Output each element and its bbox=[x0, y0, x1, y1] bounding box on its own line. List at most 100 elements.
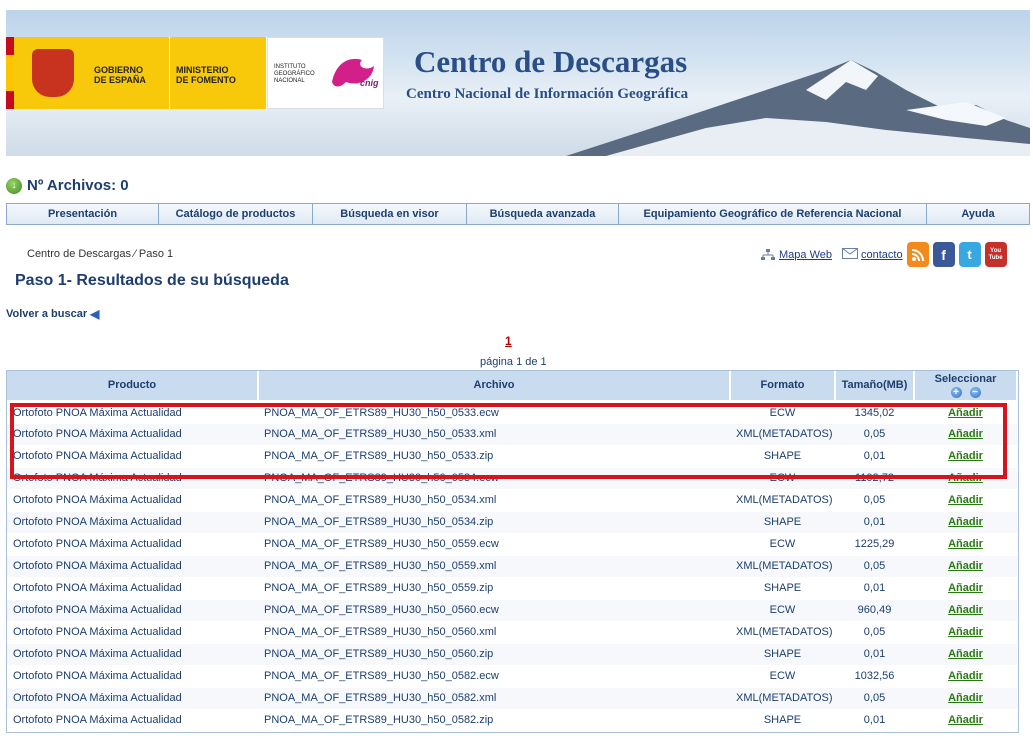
cell-tamano: 0,05 bbox=[835, 489, 914, 512]
cell-archivo: PNOA_MA_OF_ETRS89_HU30_h50_0559.ecw bbox=[258, 533, 730, 556]
cell-producto: Ortofoto PNOA Máxima Actualidad bbox=[7, 489, 258, 512]
cell-formato: SHAPE bbox=[730, 643, 835, 666]
seleccionar-label: Seleccionar bbox=[934, 372, 997, 385]
anadir-link[interactable]: Añadir bbox=[948, 626, 983, 638]
results-table: Producto Archivo Formato Tamaño(MB) Sele… bbox=[6, 370, 1019, 733]
cell-producto: Ortofoto PNOA Máxima Actualidad bbox=[7, 467, 258, 490]
pager-info: página 1 de 1 bbox=[480, 356, 547, 368]
header-banner: GOBIERNO DE ESPAÑA MINISTERIO DE FOMENTO… bbox=[6, 10, 1030, 156]
cell-archivo: PNOA_MA_OF_ETRS89_HU30_h50_0559.xml bbox=[258, 555, 730, 578]
breadcrumb: Centro de Descargas ⁄ Paso 1 bbox=[27, 248, 174, 260]
download-icon: ↓ bbox=[6, 177, 22, 194]
site-title: Centro de Descargas bbox=[414, 44, 688, 79]
table-row: Ortofoto PNOA Máxima Actualidad PNOA_MA_O… bbox=[7, 599, 1017, 622]
cell-producto: Ortofoto PNOA Máxima Actualidad bbox=[7, 643, 258, 666]
cell-anadir: Añadir bbox=[914, 533, 1017, 556]
cell-archivo: PNOA_MA_OF_ETRS89_HU30_h50_0534.zip bbox=[258, 511, 730, 534]
contacto-link[interactable]: contacto bbox=[861, 249, 903, 261]
cell-formato: XML(METADATOS) bbox=[730, 489, 835, 512]
anadir-link[interactable]: Añadir bbox=[948, 472, 983, 484]
nav-item-ayuda[interactable]: Ayuda bbox=[927, 204, 1029, 224]
page-title: Paso 1- Resultados de su búsqueda bbox=[15, 272, 289, 289]
column-header-seleccionar: Seleccionar + − bbox=[914, 371, 1018, 403]
anadir-link[interactable]: Añadir bbox=[948, 560, 983, 572]
cell-producto: Ortofoto PNOA Máxima Actualidad bbox=[7, 687, 258, 710]
column-header-formato: Formato bbox=[730, 371, 836, 403]
cell-producto: Ortofoto PNOA Máxima Actualidad bbox=[7, 445, 258, 468]
anadir-link[interactable]: Añadir bbox=[948, 538, 983, 550]
cell-tamano: 0,05 bbox=[835, 621, 914, 644]
twitter-icon[interactable]: t bbox=[958, 242, 981, 267]
cell-tamano: 0,01 bbox=[835, 643, 914, 666]
table-row: Ortofoto PNOA Máxima Actualidad PNOA_MA_O… bbox=[7, 423, 1017, 446]
anadir-link[interactable]: Añadir bbox=[948, 516, 983, 528]
cell-anadir: Añadir bbox=[914, 423, 1017, 446]
cell-formato: ECW bbox=[730, 533, 835, 556]
cell-formato: XML(METADATOS) bbox=[730, 555, 835, 578]
anadir-link[interactable]: Añadir bbox=[948, 692, 983, 704]
anadir-link[interactable]: Añadir bbox=[948, 450, 983, 462]
anadir-link[interactable]: Añadir bbox=[948, 604, 983, 616]
cell-tamano: 0,05 bbox=[835, 555, 914, 578]
nav-item-catalogo[interactable]: Catálogo de productos bbox=[159, 204, 313, 224]
files-count-label: Nº Archivos: 0 bbox=[27, 177, 129, 194]
table-row: Ortofoto PNOA Máxima Actualidad PNOA_MA_O… bbox=[7, 555, 1017, 578]
anadir-link[interactable]: Añadir bbox=[948, 494, 983, 506]
cell-anadir: Añadir bbox=[914, 401, 1017, 424]
cell-producto: Ortofoto PNOA Máxima Actualidad bbox=[7, 401, 258, 424]
files-count[interactable]: ↓ Nº Archivos: 0 bbox=[6, 177, 129, 194]
back-arrow-icon: ◀ bbox=[90, 307, 100, 321]
table-row: Ortofoto PNOA Máxima Actualidad PNOA_MA_O… bbox=[7, 687, 1017, 710]
cell-anadir: Añadir bbox=[914, 599, 1017, 622]
eu-flag-strip bbox=[6, 37, 14, 109]
anadir-link[interactable]: Añadir bbox=[948, 714, 983, 726]
cell-archivo: PNOA_MA_OF_ETRS89_HU30_h50_0533.ecw bbox=[258, 401, 730, 424]
cell-tamano: 960,49 bbox=[835, 599, 914, 622]
rss-icon[interactable] bbox=[906, 242, 929, 267]
pager-page-link[interactable]: 1 bbox=[505, 334, 512, 348]
nav-item-busqueda-avanzada[interactable]: Búsqueda avanzada bbox=[467, 204, 619, 224]
anadir-link[interactable]: Añadir bbox=[948, 582, 983, 594]
plus-circle-icon[interactable]: + bbox=[950, 386, 962, 398]
ministerio-logo: MINISTERIO DE FOMENTO bbox=[170, 37, 266, 109]
anadir-link[interactable]: Añadir bbox=[948, 407, 983, 419]
coat-of-arms-icon bbox=[32, 49, 74, 97]
minus-circle-icon[interactable]: − bbox=[969, 386, 981, 398]
cell-formato: XML(METADATOS) bbox=[730, 423, 835, 446]
back-link[interactable]: Volver a buscar ◀ bbox=[6, 307, 99, 321]
anadir-link[interactable]: Añadir bbox=[948, 670, 983, 682]
youtube-icon[interactable]: You Tube bbox=[984, 242, 1007, 267]
cell-anadir: Añadir bbox=[914, 489, 1017, 512]
table-row: Ortofoto PNOA Máxima Actualidad PNOA_MA_O… bbox=[7, 489, 1017, 512]
anadir-link[interactable]: Añadir bbox=[948, 428, 983, 440]
cell-anadir: Añadir bbox=[914, 643, 1017, 666]
cell-tamano: 0,01 bbox=[835, 445, 914, 468]
column-header-archivo: Archivo bbox=[258, 371, 731, 403]
nav-item-busqueda-visor[interactable]: Búsqueda en visor bbox=[313, 204, 467, 224]
cell-formato: SHAPE bbox=[730, 577, 835, 600]
cell-formato: ECW bbox=[730, 401, 835, 424]
table-row: Ortofoto PNOA Máxima Actualidad PNOA_MA_O… bbox=[7, 665, 1017, 688]
cell-tamano: 1032,56 bbox=[835, 665, 914, 688]
mapa-web-link[interactable]: Mapa Web bbox=[779, 249, 832, 261]
cell-formato: SHAPE bbox=[730, 445, 835, 468]
cell-producto: Ortofoto PNOA Máxima Actualidad bbox=[7, 709, 258, 732]
cell-archivo: PNOA_MA_OF_ETRS89_HU30_h50_0560.zip bbox=[258, 643, 730, 666]
cell-producto: Ortofoto PNOA Máxima Actualidad bbox=[7, 423, 258, 446]
cell-anadir: Añadir bbox=[914, 467, 1017, 490]
cell-formato: ECW bbox=[730, 599, 835, 622]
cell-anadir: Añadir bbox=[914, 511, 1017, 534]
cell-producto: Ortofoto PNOA Máxima Actualidad bbox=[7, 511, 258, 534]
table-row: Ortofoto PNOA Máxima Actualidad PNOA_MA_O… bbox=[7, 445, 1017, 468]
cell-anadir: Añadir bbox=[914, 555, 1017, 578]
cnig-label: cnig bbox=[360, 78, 379, 88]
gobierno-logo: GOBIERNO DE ESPAÑA bbox=[14, 37, 169, 109]
nav-item-equipamiento[interactable]: Equipamiento Geográfico de Referencia Na… bbox=[619, 204, 927, 224]
nav-item-presentacion[interactable]: Presentación bbox=[7, 204, 159, 224]
cell-tamano: 1345,02 bbox=[835, 401, 914, 424]
anadir-link[interactable]: Añadir bbox=[948, 648, 983, 660]
back-link-label: Volver a buscar bbox=[6, 308, 88, 320]
facebook-icon[interactable]: f bbox=[932, 242, 955, 267]
main-nav: Presentación Catálogo de productos Búsqu… bbox=[6, 203, 1030, 225]
table-row: Ortofoto PNOA Máxima Actualidad PNOA_MA_O… bbox=[7, 621, 1017, 644]
